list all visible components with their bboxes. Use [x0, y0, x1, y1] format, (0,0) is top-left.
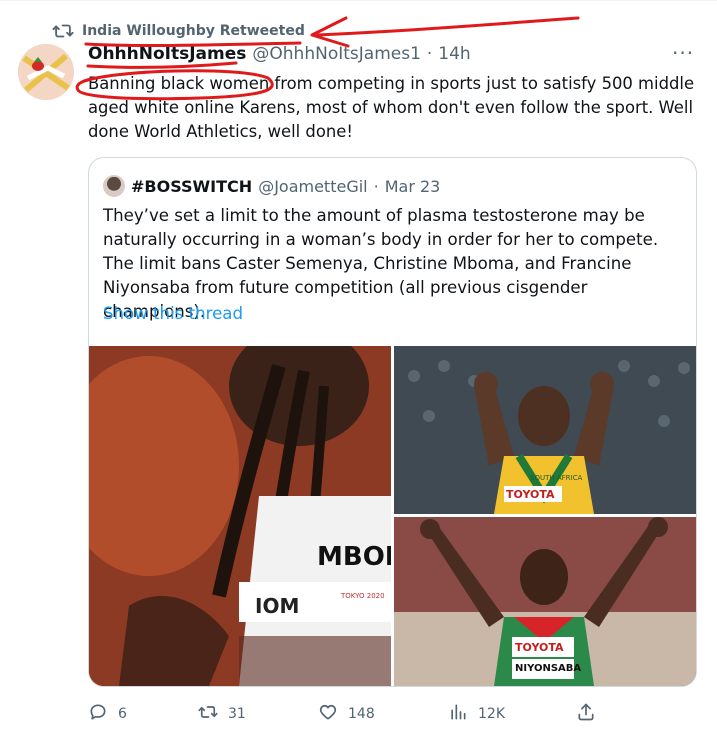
retweet-count: 31 — [228, 706, 246, 722]
quoted-tweet-header: #BOSSWITCH @JoametteGil · Mar 23 — [103, 174, 440, 198]
tweet-header: OhhhNoItsJames @OhhhNoItsJames1 · 14h — [88, 44, 471, 70]
reply-icon — [88, 702, 108, 726]
media-grid: MBOM IOM TOKYO 2020 — [89, 346, 696, 686]
heart-icon — [318, 702, 338, 726]
quoted-tweet-timestamp: Mar 23 — [384, 176, 441, 196]
quoted-author-avatar — [103, 175, 125, 197]
left-sponsor-text: TOKYO 2020 — [341, 592, 385, 600]
share-button[interactable] — [576, 700, 596, 728]
annotation-arrow-head — [310, 16, 350, 48]
retweet-button[interactable]: 31 — [198, 700, 246, 728]
top-right-sponsor-text: TOYOTA — [506, 488, 555, 501]
separator-dot: · — [426, 44, 433, 64]
views-button[interactable]: 12K — [448, 700, 505, 728]
tweet-action-bar: 6 31 148 12K — [88, 700, 608, 728]
retweet-icon — [52, 20, 74, 42]
share-icon — [576, 702, 596, 726]
author-name[interactable]: OhhhNoItsJames — [88, 44, 246, 64]
top-divider — [0, 0, 717, 1]
bottom-right-sponsor-text: TOYOTA — [515, 641, 564, 654]
photo-athlete-mboma[interactable]: MBOM IOM TOKYO 2020 — [89, 346, 391, 686]
bottom-right-bib-text: NIYONSABA — [515, 663, 582, 674]
tweet-text: Banning black women from competing in sp… — [88, 74, 695, 141]
reply-button[interactable]: 6 — [88, 700, 127, 728]
like-button[interactable]: 148 — [318, 700, 375, 728]
tweet-timestamp[interactable]: 14h — [438, 44, 470, 64]
views-icon — [448, 702, 468, 726]
left-bib-lower-text: IOM — [255, 594, 300, 618]
more-options-icon[interactable]: ··· — [672, 43, 696, 66]
top-right-country-text: SOUTH AFRICA — [530, 474, 583, 482]
author-handle[interactable]: @OhhhNoItsJames1 — [252, 44, 420, 64]
separator-dot: · — [373, 176, 379, 196]
quoted-author-handle: @JoametteGil — [258, 176, 368, 196]
like-count: 148 — [348, 706, 375, 722]
avatar[interactable] — [18, 44, 74, 100]
reply-count: 6 — [118, 706, 127, 722]
photo-athlete-niyonsaba[interactable]: TOYOTA NIYONSABA — [394, 517, 696, 686]
retweeted-by-text[interactable]: India Willoughby Retweeted — [82, 23, 305, 39]
retweet-context[interactable]: India Willoughby Retweeted — [52, 20, 305, 42]
annotation-arrow-line — [316, 16, 580, 37]
show-thread-link[interactable]: Show this thread — [103, 304, 243, 323]
retweet-icon — [198, 702, 218, 726]
quoted-tweet-card[interactable]: #BOSSWITCH @JoametteGil · Mar 23 They’ve… — [88, 157, 697, 687]
left-bib-text: MBOM — [317, 542, 391, 572]
photo-athlete-semenya[interactable]: TOYOTA SOUTH AFRICA — [394, 346, 696, 514]
quoted-author-name: #BOSSWITCH — [131, 176, 253, 196]
views-count: 12K — [478, 706, 505, 722]
